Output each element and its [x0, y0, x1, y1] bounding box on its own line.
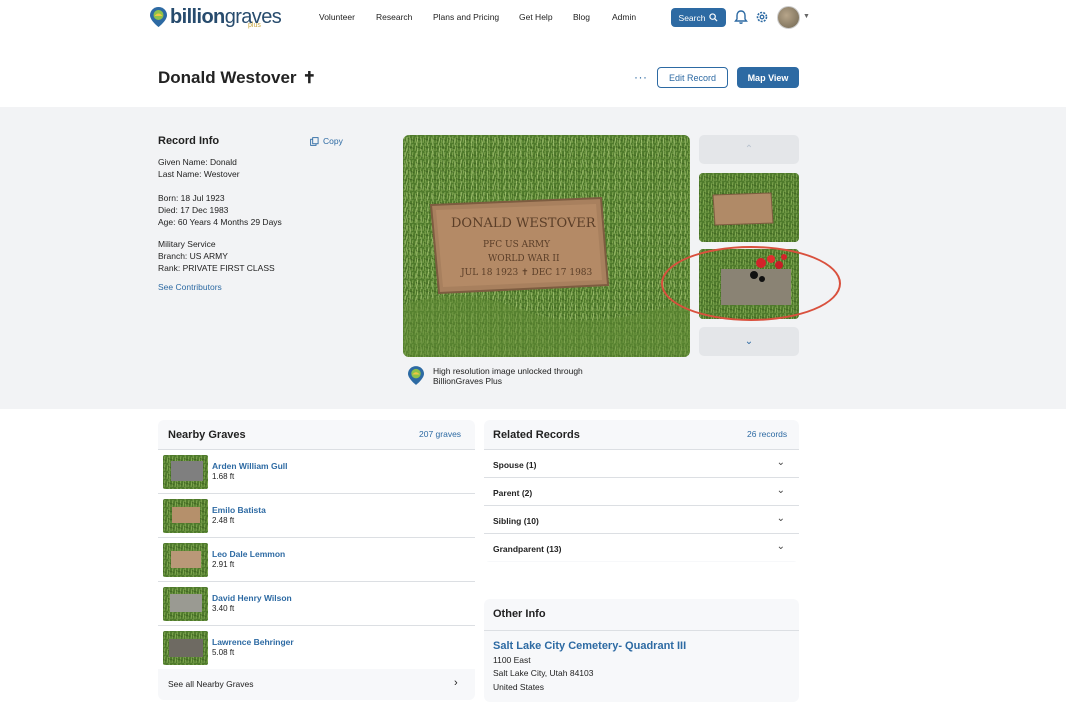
grave-name-link[interactable]: David Henry Wilson	[212, 593, 292, 603]
chevron-down-icon: ⌄	[776, 457, 785, 468]
born-date: Born: 18 Jul 1923	[158, 193, 225, 203]
cross-icon: ✝	[302, 70, 316, 87]
chevron-down-icon: ⌄	[744, 336, 754, 347]
related-record-label: Parent (2)	[493, 488, 533, 498]
military-branch: Branch: US ARMY	[158, 251, 228, 261]
copy-icon	[310, 136, 319, 146]
hires-line-1: High resolution image unlocked through	[433, 366, 583, 376]
nearby-grave-row[interactable]: Emilo Batista 2.48 ft	[158, 493, 475, 537]
billiongraves-logo[interactable]: billiongraves plus	[150, 5, 282, 29]
chevron-right-icon[interactable]: ›	[454, 677, 458, 689]
grave-distance: 3.40 ft	[212, 604, 235, 613]
search-icon	[709, 13, 718, 22]
nav-get-help[interactable]: Get Help	[519, 12, 553, 22]
headstone-dates-text: JUL 18 1923 ✝ DEC 17 1983	[460, 268, 593, 278]
nav-volunteer[interactable]: Volunteer	[319, 12, 355, 22]
nav-admin[interactable]: Admin	[612, 12, 636, 22]
grave-name-link[interactable]: Arden William Gull	[212, 461, 288, 471]
related-record-label: Spouse (1)	[493, 460, 537, 470]
military-rank: Rank: PRIVATE FIRST CLASS	[158, 263, 275, 273]
nearby-graves-count[interactable]: 207 graves	[419, 429, 461, 439]
nearby-grave-row[interactable]: Leo Dale Lemmon 2.91 ft	[158, 537, 475, 581]
nearby-graves-title: Nearby Graves	[168, 429, 246, 441]
cemetery-name-link[interactable]: Salt Lake City Cemetery- Quadrant III	[493, 640, 686, 652]
related-record-label: Sibling (10)	[493, 516, 539, 526]
cemetery-country: United States	[493, 682, 545, 692]
related-record-label: Grandparent (13)	[493, 544, 562, 554]
deceased-name: Donald Westover	[158, 68, 297, 87]
other-info-title: Other Info	[493, 608, 546, 620]
more-options-button[interactable]: ···	[634, 70, 648, 84]
settings-gear-icon[interactable]	[755, 9, 769, 25]
billiongraves-plus-pin-icon	[408, 366, 424, 385]
given-name: Given Name: Donald	[158, 157, 237, 167]
see-all-nearby-graves-link[interactable]: See all Nearby Graves	[168, 679, 254, 689]
search-button-label: Search	[678, 12, 706, 23]
logo-wordmark: billiongraves	[170, 5, 282, 28]
grave-distance: 2.48 ft	[212, 516, 235, 525]
headstone-thumbnail-image	[699, 173, 799, 242]
related-record-row[interactable]: Spouse (1) ⌄	[484, 449, 799, 477]
top-navigation-bar: billiongraves plus Volunteer Research Pl…	[0, 0, 1066, 36]
chevron-down-icon[interactable]: ▼	[803, 13, 810, 20]
nav-research[interactable]: Research	[376, 12, 412, 22]
military-service: Military Service	[158, 239, 216, 249]
user-avatar[interactable]	[777, 6, 800, 29]
grave-distance: 1.68 ft	[212, 472, 235, 481]
related-record-row[interactable]: Grandparent (13) ⌄	[484, 533, 799, 561]
grave-thumbnail	[163, 587, 208, 621]
nearby-grave-row[interactable]: Lawrence Behringer 5.08 ft	[158, 625, 475, 669]
photo-thumbnail-1[interactable]	[699, 173, 799, 242]
chevron-down-icon: ⌄	[776, 541, 785, 552]
page-title: Donald Westover ✝	[158, 68, 316, 88]
divider	[484, 630, 799, 631]
nav-plans-and-pricing[interactable]: Plans and Pricing	[433, 12, 499, 22]
chevron-up-icon: ⌃	[744, 144, 754, 155]
headstone-name-text: DONALD WESTOVER	[451, 216, 597, 231]
died-date: Died: 17 Dec 1983	[158, 205, 229, 215]
last-name: Last Name: Westover	[158, 169, 240, 179]
grave-thumbnail	[163, 455, 208, 489]
chevron-down-icon: ⌄	[776, 513, 785, 524]
cemetery-address-line2: Salt Lake City, Utah 84103	[493, 668, 594, 678]
grave-thumbnail	[163, 543, 208, 577]
notification-bell-icon[interactable]	[734, 9, 748, 25]
related-records-count: 26 records	[747, 429, 788, 439]
hires-notice: High resolution image unlocked through B…	[408, 366, 583, 386]
pin-logo-icon	[150, 7, 167, 27]
headstone-war-text: WORLD WAR II	[488, 254, 560, 264]
highlight-annotation-circle	[661, 246, 841, 321]
grave-thumbnail	[163, 631, 208, 665]
headstone-rank-text: PFC US ARMY	[483, 240, 551, 250]
grave-distance: 5.08 ft	[212, 648, 235, 657]
copy-label: Copy	[323, 136, 343, 146]
record-info-title: Record Info	[158, 135, 220, 147]
edit-record-button[interactable]: Edit Record	[657, 67, 728, 88]
nav-blog[interactable]: Blog	[573, 12, 590, 22]
related-records-title: Related Records	[493, 429, 580, 441]
grave-name-link[interactable]: Emilo Batista	[212, 505, 266, 515]
grave-name-link[interactable]: Leo Dale Lemmon	[212, 549, 285, 559]
nearby-grave-row[interactable]: Arden William Gull 1.68 ft	[158, 449, 475, 493]
headstone-photo-image: DONALD WESTOVER PFC US ARMY WORLD WAR II…	[403, 135, 690, 357]
logo-plus-label: plus	[248, 22, 261, 29]
headstone-main-photo[interactable]: DONALD WESTOVER PFC US ARMY WORLD WAR II…	[403, 135, 690, 357]
age: Age: 60 Years 4 Months 29 Days	[158, 217, 282, 227]
grave-distance: 2.91 ft	[212, 560, 235, 569]
nearby-grave-row[interactable]: David Henry Wilson 3.40 ft	[158, 581, 475, 625]
copy-button[interactable]: Copy	[310, 136, 343, 146]
thumbnail-scroll-down-button[interactable]: ⌄	[699, 327, 799, 356]
map-view-button[interactable]: Map View	[737, 67, 799, 88]
related-record-row[interactable]: Parent (2) ⌄	[484, 477, 799, 505]
hires-line-2: BillionGraves Plus	[433, 376, 502, 386]
cemetery-address-line1: 1100 East	[493, 655, 531, 665]
grave-thumbnail	[163, 499, 208, 533]
see-contributors-link[interactable]: See Contributors	[158, 282, 222, 292]
thumbnail-scroll-up-button[interactable]: ⌃	[699, 135, 799, 164]
grave-name-link[interactable]: Lawrence Behringer	[212, 637, 294, 647]
related-record-row[interactable]: Sibling (10) ⌄	[484, 505, 799, 533]
search-button[interactable]: Search	[671, 8, 726, 27]
chevron-down-icon: ⌄	[776, 485, 785, 496]
